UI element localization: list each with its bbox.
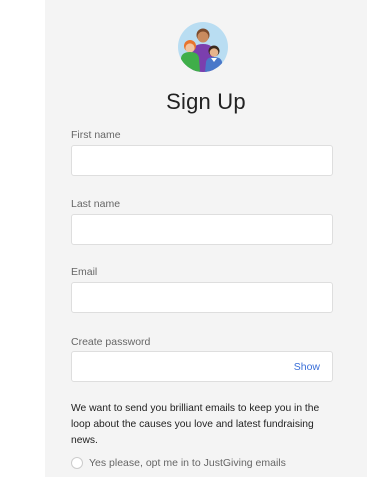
optin-radio[interactable] (71, 457, 83, 469)
optin-option[interactable]: Yes please, opt me in to JustGiving emai… (71, 457, 286, 469)
password-field[interactable]: Show (71, 351, 333, 382)
email-field[interactable] (71, 282, 333, 313)
last-name-field[interactable] (71, 214, 333, 245)
last-name-label: Last name (71, 198, 121, 210)
email-consent-text: We want to send you brilliant emails to … (71, 403, 320, 446)
email-label: Email (71, 266, 98, 278)
page-title: Sign Up (166, 89, 246, 114)
first-name-label: First name (71, 129, 121, 141)
password-label: Create password (71, 336, 151, 348)
family-avatar-icon (178, 22, 228, 72)
signup-page: Sign Up First name Last name Email Creat… (0, 0, 368, 477)
first-name-field[interactable] (71, 145, 333, 176)
show-password-button[interactable]: Show (294, 361, 320, 373)
optin-label[interactable]: Yes please, opt me in to JustGiving emai… (89, 457, 286, 469)
